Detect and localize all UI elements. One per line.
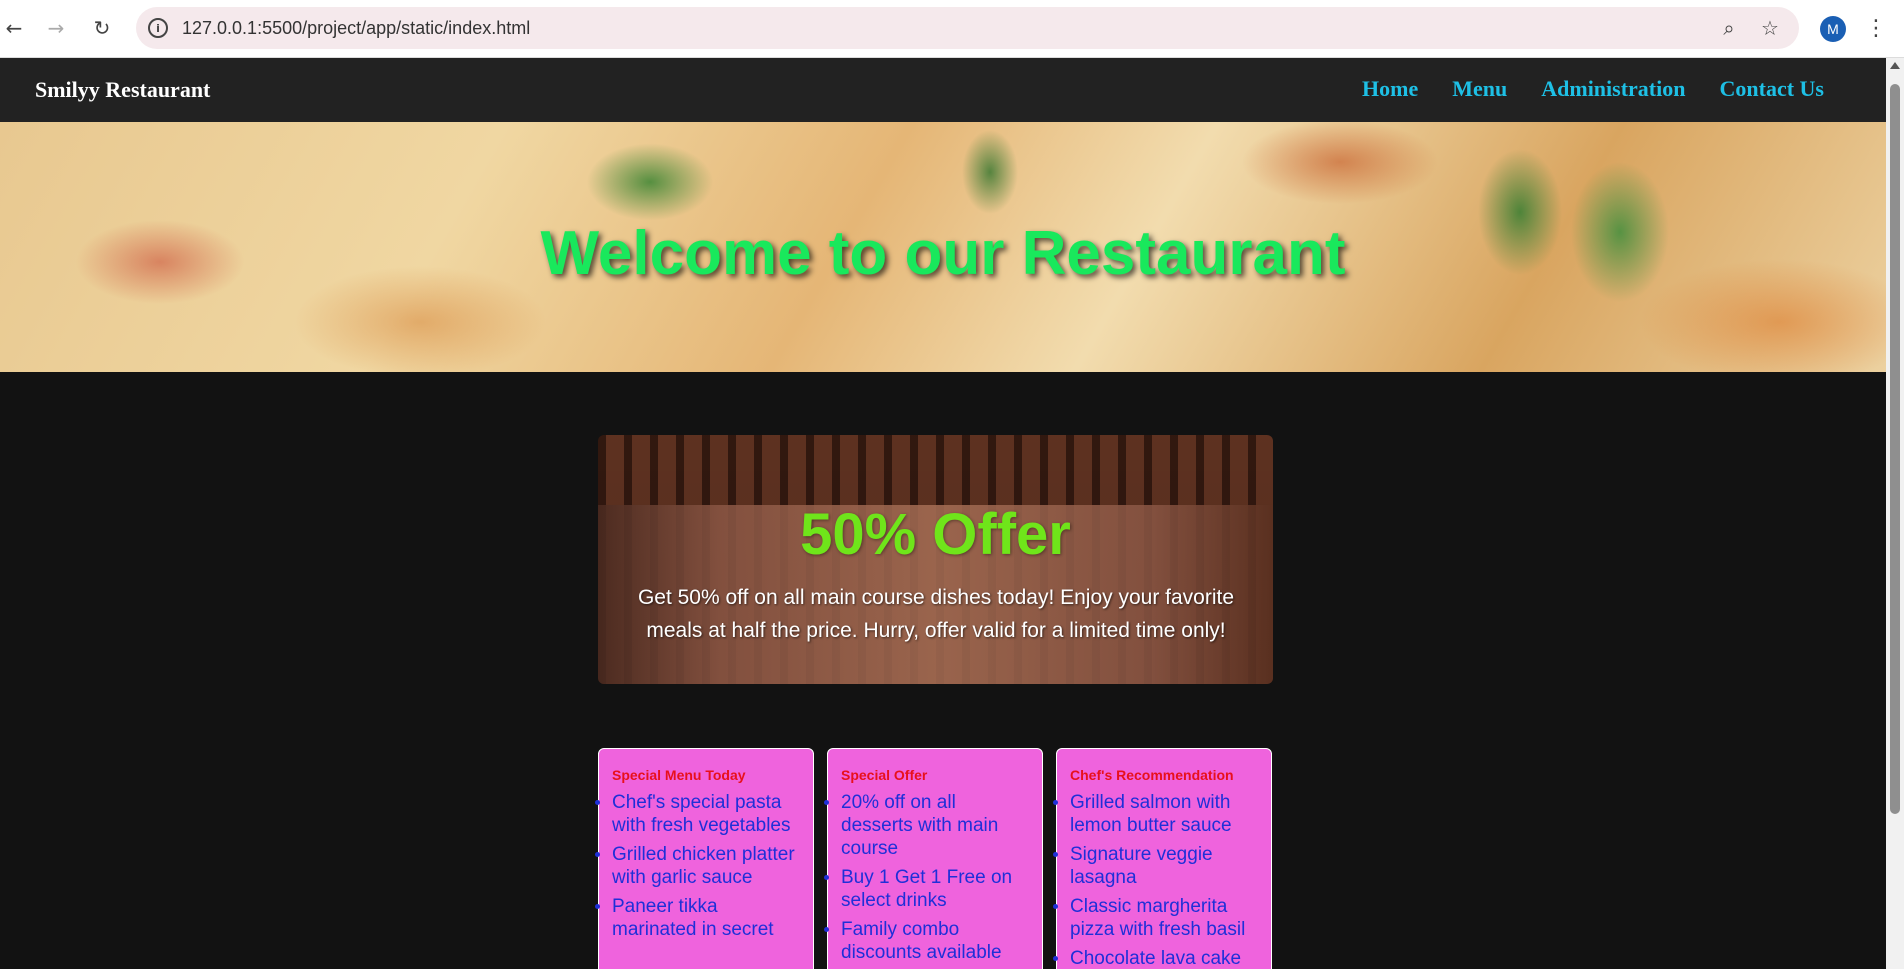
scroll-up-arrow-icon[interactable] [1890,62,1900,69]
browser-toolbar: ← → ↻ i 127.0.0.1:5500/project/app/stati… [0,0,1904,58]
profile-avatar[interactable]: M [1820,16,1846,42]
hero-title: Welcome to our Restaurant [540,219,1346,288]
card-chefs-recommendation: Chef's Recommendation Grilled salmon wit… [1053,748,1272,969]
url-text[interactable]: 127.0.0.1:5500/project/app/static/index.… [182,18,530,39]
list-item: Paneer tikka marinated in secret [595,895,801,941]
nav-link-administration[interactable]: Administration [1541,76,1685,102]
card-title: Chef's Recommendation [1070,767,1234,783]
list-item: Family combo discounts available [824,918,1030,964]
browser-menu-icon[interactable]: ⋮ [1865,14,1887,42]
nav-links: Home Menu Administration Contact Us [1362,76,1824,102]
list-item: Chef's special pasta with fresh vegetabl… [595,791,801,837]
nav-link-menu[interactable]: Menu [1452,76,1507,102]
card-title: Special Menu Today [612,767,746,783]
nav-link-contact-us[interactable]: Contact Us [1720,76,1825,102]
bookmark-star-icon[interactable]: ☆ [1758,16,1782,40]
back-arrow-icon[interactable]: ← [0,14,28,42]
card-title: Special Offer [841,767,928,783]
list-item: Grilled chicken platter with garlic sauc… [595,843,801,889]
card-special-menu: Special Menu Today Chef's special pasta … [595,748,814,969]
offer-title: 50% Offer [800,502,1071,567]
site-navbar: Smilyy Restaurant Home Menu Administrati… [0,58,1886,122]
page-viewport: Smilyy Restaurant Home Menu Administrati… [0,58,1886,969]
card-list: Chef's special pasta with fresh vegetabl… [595,791,801,941]
list-item: Classic margherita pizza with fresh basi… [1053,895,1259,941]
nav-link-home[interactable]: Home [1362,76,1418,102]
list-item: 20% off on all desserts with main course [824,791,1030,860]
list-item: Buy 1 Get 1 Free on select drinks [824,866,1030,912]
site-brand[interactable]: Smilyy Restaurant [35,77,210,103]
address-bar[interactable]: i 127.0.0.1:5500/project/app/static/inde… [136,7,1799,49]
vertical-scrollbar[interactable] [1886,58,1904,969]
list-item: Signature veggie lasagna [1053,843,1259,889]
card-list: 20% off on all desserts with main course… [824,791,1030,964]
offer-banner: 50% Offer Get 50% off on all main course… [598,435,1273,684]
site-info-icon[interactable]: i [148,18,168,38]
forward-arrow-icon[interactable]: → [42,14,70,42]
scrollbar-thumb[interactable] [1890,84,1900,814]
zoom-icon[interactable]: ⌕ [1717,16,1741,40]
card-special-offer: Special Offer 20% off on all desserts wi… [824,748,1043,969]
reload-icon[interactable]: ↻ [88,14,116,42]
hero-banner: Welcome to our Restaurant [0,122,1886,372]
card-list: Grilled salmon with lemon butter sauce S… [1053,791,1259,969]
list-item: Grilled salmon with lemon butter sauce [1053,791,1259,837]
offer-text: Get 50% off on all main course dishes to… [637,586,1235,642]
list-item: Chocolate lava cake [1053,947,1259,969]
